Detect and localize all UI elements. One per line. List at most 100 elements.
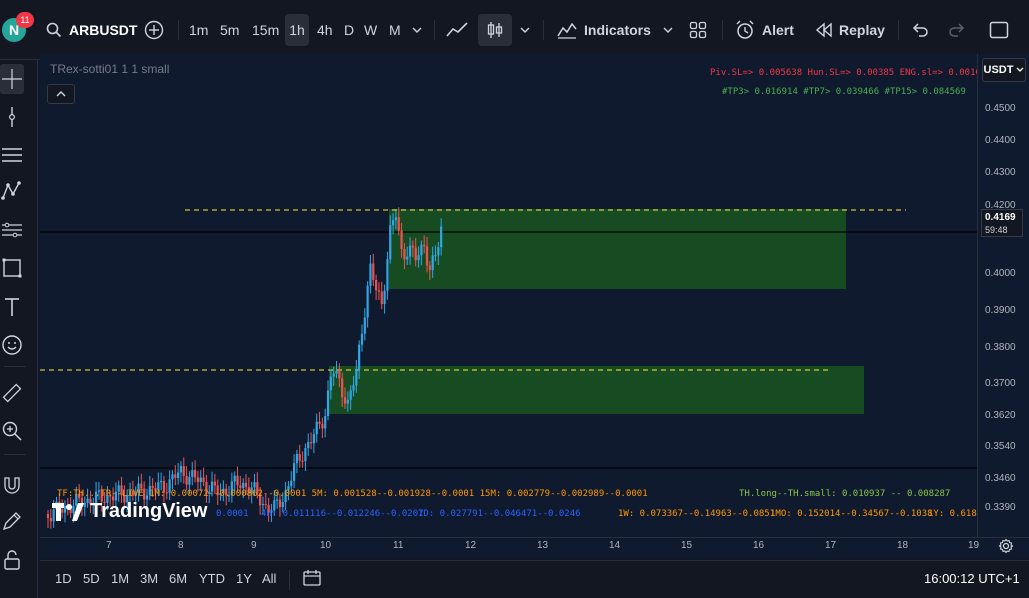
price-tick: 0.3540 [985, 441, 1016, 452]
candle-body [188, 476, 191, 485]
chart-type-dropdown[interactable] [519, 14, 531, 46]
range-1d[interactable]: 1D [55, 571, 72, 586]
bottom-toolbar: 1D 5D 1M 3M 6M YTD 1Y All 16:00:12 UTC+1 [40, 560, 1029, 598]
candle-body [391, 220, 395, 226]
fib-tool[interactable] [0, 140, 24, 170]
time-tick: 17 [825, 540, 837, 551]
candle-body [403, 249, 406, 260]
interval-1h[interactable]: 1h [285, 14, 309, 46]
lock-tool[interactable] [0, 545, 24, 575]
candle-body [372, 263, 375, 280]
time-tick: 18 [897, 540, 909, 551]
candle-body [366, 285, 369, 318]
interval-w[interactable]: W [364, 14, 377, 46]
candle-body [389, 225, 392, 260]
time-tick: 8 [178, 540, 184, 551]
range-1y[interactable]: 1Y [236, 571, 252, 586]
trend-line-tool[interactable] [0, 102, 24, 132]
candle-body [261, 504, 265, 506]
calendar-icon [303, 570, 321, 586]
row2-e: 1MO: 0.152014--0.34567--0.1038 [770, 509, 933, 519]
gear-icon [998, 538, 1014, 554]
interval-5m[interactable]: 5m [220, 14, 239, 46]
collapse-legend-button[interactable] [47, 84, 75, 104]
replay-button[interactable]: Replay [815, 14, 885, 46]
candle-body [329, 376, 332, 391]
interval-15m[interactable]: 15m [252, 14, 279, 46]
candle-body [321, 423, 324, 429]
candle-body [375, 279, 378, 291]
alert-button[interactable]: Alert [734, 14, 794, 46]
row2-a: 0.0001 [216, 509, 249, 519]
candles-icon [487, 22, 503, 38]
candle-body [278, 499, 282, 508]
bar-countdown: 59:48 [985, 225, 1008, 235]
candle-body [196, 477, 200, 482]
magnet-tool[interactable] [0, 470, 24, 500]
redo-button[interactable] [948, 14, 966, 46]
measure-tool[interactable] [0, 378, 24, 408]
price-scale[interactable] [977, 54, 1029, 537]
goto-date-button[interactable] [302, 569, 322, 590]
pattern-tool[interactable] [0, 176, 24, 206]
undo-button[interactable] [911, 14, 929, 46]
interval-d[interactable]: D [344, 14, 354, 46]
indicators-icon [557, 22, 577, 39]
candle-body [332, 373, 335, 377]
th-line: TH.long--TH.small: 0.010937 -- 0.008287 [739, 489, 951, 499]
chart-settings-button[interactable] [998, 538, 1014, 557]
candles-chart-button[interactable] [478, 14, 512, 46]
range-ytd[interactable]: YTD [199, 571, 225, 586]
candle-body [440, 226, 443, 248]
time-tick: 15 [681, 540, 693, 551]
smiley-icon [2, 335, 22, 355]
fullscreen-button[interactable] [989, 14, 1009, 46]
emoji-tool[interactable] [0, 330, 24, 360]
range-5d[interactable]: 5D [83, 571, 100, 586]
range-6m[interactable]: 6M [169, 571, 187, 586]
interval-dropdown[interactable] [411, 14, 423, 46]
candle-body [182, 466, 185, 476]
candle-body [202, 477, 205, 483]
interval-1m[interactable]: 1m [189, 14, 208, 46]
candle-body [355, 368, 358, 386]
candle-body [244, 482, 248, 488]
zoom-tool[interactable] [0, 416, 24, 446]
range-3m[interactable]: 3M [140, 571, 158, 586]
price-tick: 0.4500 [985, 103, 1016, 114]
layouts-button[interactable] [689, 14, 707, 46]
shape-tool[interactable] [0, 253, 24, 283]
draw-mode-tool[interactable] [0, 506, 24, 536]
candle-body [307, 442, 310, 449]
drawing-toolbar [0, 60, 38, 598]
add-symbol-button[interactable] [144, 14, 164, 46]
vertical-line-icon [8, 107, 16, 127]
currency-button[interactable]: USDT [982, 58, 1026, 82]
candle-body [171, 474, 174, 480]
indicators-dropdown[interactable] [662, 14, 674, 46]
price-chart[interactable] [40, 54, 977, 537]
indicator-title[interactable]: TRex-sotti01 1 1 small [50, 62, 169, 76]
candle-body [276, 499, 279, 501]
range-all[interactable]: All [262, 571, 276, 586]
interval-m[interactable]: M [389, 14, 401, 46]
forecast-tool[interactable] [0, 215, 24, 245]
interval-4h[interactable]: 4h [317, 14, 333, 46]
price-tick: 0.4400 [985, 135, 1016, 146]
notification-badge: 11 [16, 12, 34, 28]
candle-body [46, 514, 50, 518]
candle-body [343, 397, 347, 404]
line-chart-button[interactable] [445, 14, 469, 46]
range-1m[interactable]: 1M [111, 571, 129, 586]
symbol-search[interactable]: ARBUSDT [46, 14, 137, 46]
indicators-button[interactable]: Indicators [556, 14, 651, 46]
text-tool[interactable] [0, 292, 24, 322]
row2-b: 4H: 0.011116--0.012246--0.0207 [261, 509, 424, 519]
replay-label: Replay [839, 22, 885, 38]
time-scale[interactable] [40, 537, 1029, 557]
candle-body [397, 217, 400, 231]
crosshair-tool[interactable] [0, 64, 24, 94]
search-icon [46, 22, 62, 38]
line-chart-icon [446, 22, 468, 37]
clock-display[interactable]: 16:00:12 UTC+1 [924, 571, 1020, 586]
